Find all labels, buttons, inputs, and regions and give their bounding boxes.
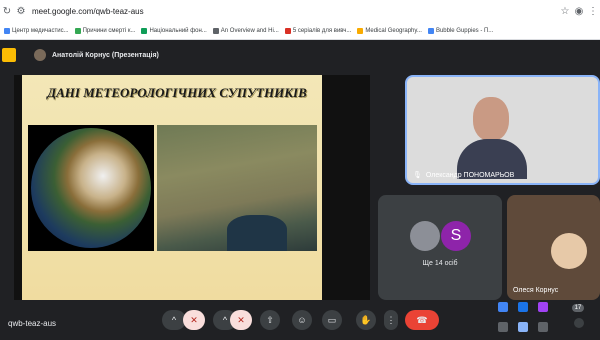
- presenter-bar: Анатолій Корнус (Презентація): [0, 40, 600, 70]
- bookmark-icon: [212, 27, 219, 34]
- captions-button[interactable]: ▭: [322, 310, 342, 330]
- bookmark-item[interactable]: An Overview and Hi...: [212, 27, 279, 34]
- satellite-globe-image: [28, 125, 154, 251]
- participants-count-badge: 17: [572, 304, 584, 312]
- bookmark-item[interactable]: Medical Geography...: [357, 27, 422, 34]
- slide: ДАНІ МЕТЕОРОЛОГІЧНИХ СУПУТНИКІВ: [22, 75, 322, 300]
- sea-area: [227, 215, 287, 251]
- present-screen-button[interactable]: ⇧: [260, 310, 280, 330]
- site-info-icon[interactable]: ⚙: [14, 4, 28, 18]
- presenter-label: Анатолій Корнус (Презентація): [52, 51, 159, 59]
- more-participants-label: Ще 14 осіб: [422, 260, 458, 267]
- star-icon[interactable]: ☆: [558, 4, 572, 18]
- satellite-map-image: [157, 125, 317, 251]
- battery-icon[interactable]: [538, 322, 548, 332]
- bookmark-item[interactable]: Національний фон...: [141, 27, 207, 34]
- bookmark-icon: [4, 27, 10, 34]
- tray-app-icon[interactable]: [538, 302, 548, 312]
- tray-app-icon[interactable]: [518, 302, 528, 312]
- avatar: [410, 221, 440, 251]
- profile-icon[interactable]: ◉: [572, 4, 586, 18]
- emoji-button[interactable]: ☺: [292, 310, 312, 330]
- presentation-area: ДАНІ МЕТЕОРОЛОГІЧНИХ СУПУТНИКІВ: [14, 75, 370, 300]
- slide-title: ДАНІ МЕТЕОРОЛОГІЧНИХ СУПУТНИКІВ: [47, 85, 307, 100]
- pen-icon[interactable]: [518, 322, 528, 332]
- avatar: [34, 49, 46, 61]
- bookmark-item[interactable]: Причини смерті к...: [74, 27, 135, 34]
- camera-off-icon[interactable]: ✕: [230, 310, 252, 330]
- bookmark-icon: [427, 27, 434, 34]
- bookmark-item[interactable]: 5 серіалів для вивч...: [284, 27, 351, 34]
- participant-video: [457, 97, 527, 179]
- bookmark-icon: [74, 27, 81, 34]
- bookmark-icon: [284, 27, 291, 34]
- more-options-button[interactable]: ⋮: [384, 310, 398, 330]
- bookmark-item[interactable]: Bubble Guppies - П...: [427, 27, 493, 34]
- address-bar: ↻ ⚙ meet.google.com/qwb-teaz-aus ☆ ◉ ⋮: [0, 0, 600, 22]
- participant-name: Олеся Корнус: [513, 287, 559, 294]
- people-icon[interactable]: [574, 318, 584, 328]
- meeting-code: qwb-teaz-aus: [8, 318, 57, 328]
- bookmark-icon: [141, 27, 148, 34]
- menu-icon[interactable]: ⋮: [586, 4, 600, 18]
- meet-window: Анатолій Корнус (Презентація) ДАНІ МЕТЕО…: [0, 40, 600, 340]
- avatar: [551, 233, 587, 269]
- bookmark-item[interactable]: Центр медичастис...: [4, 27, 69, 34]
- mic-icon: 🎙: [413, 172, 422, 179]
- tray-app-icon[interactable]: [498, 302, 508, 312]
- reload-icon[interactable]: ↻: [0, 4, 14, 18]
- participant-tile-main[interactable]: 🎙 Олександр ПОНОМАРЬОВ: [405, 75, 600, 185]
- mic-muted-icon[interactable]: ✕: [183, 310, 205, 330]
- url-text[interactable]: meet.google.com/qwb-teaz-aus: [32, 7, 558, 16]
- bookmarks-bar: Центр медичастис... Причини смерті к... …: [0, 22, 600, 40]
- participant-name: 🎙 Олександр ПОНОМАРЬОВ: [413, 171, 515, 180]
- browser-chrome: ↻ ⚙ meet.google.com/qwb-teaz-aus ☆ ◉ ⋮ Ц…: [0, 0, 600, 40]
- avatar-letter: S: [441, 221, 471, 251]
- tray-app-icon[interactable]: [498, 322, 508, 332]
- earth-globe: [31, 128, 151, 248]
- participant-tile[interactable]: Олеся Корнус: [507, 195, 600, 300]
- end-call-button[interactable]: ☎: [405, 310, 439, 330]
- bookmark-icon: [357, 27, 364, 34]
- participant-tile-more[interactable]: S Ще 14 осіб: [378, 195, 502, 300]
- presentation-icon[interactable]: [2, 48, 16, 62]
- participant-head: [473, 97, 509, 141]
- raise-hand-button[interactable]: ✋: [356, 310, 376, 330]
